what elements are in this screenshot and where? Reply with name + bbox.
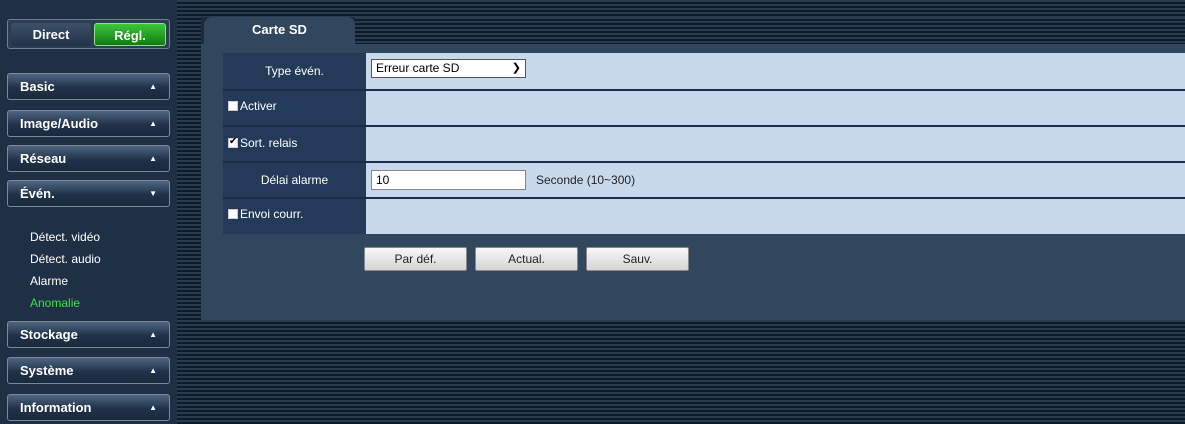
menu-image-audio-label: Image/Audio [20,116,99,131]
form-row-relais: Sort. relais [223,127,1185,161]
activer-checkbox[interactable] [228,100,238,111]
envoi-label-cell: Envoi courr. [223,199,366,234]
chevron-up-icon: ▲ [149,82,157,91]
event-type-selected: Erreur carte SD [376,61,460,75]
relais-value-cell [366,127,1185,161]
chevron-down-icon: ▼ [149,189,157,198]
tab-carte-sd[interactable]: Carte SD [204,17,355,44]
save-button[interactable]: Sauv. [586,247,689,271]
delai-value-cell: 10 Seconde (10~300) [366,163,1185,197]
menu-basic[interactable]: Basic ▲ [7,73,170,100]
sidebar-item-anomalie[interactable]: Anomalie [30,296,80,310]
envoi-label: Envoi courr. [240,207,304,221]
chevron-up-icon: ▲ [149,366,157,375]
relais-label: Sort. relais [240,136,298,150]
envoi-value-cell [366,199,1185,234]
sidebar-item-detect-audio[interactable]: Détect. audio [30,252,101,266]
activer-label-cell: Activer [223,91,366,125]
type-value-cell: Erreur carte SD ❯ [366,53,1185,89]
header-stripes [201,0,1185,17]
menu-basic-label: Basic [20,79,55,94]
activer-label: Activer [240,99,277,113]
sidebar: Direct Régl. Basic ▲ Image/Audio ▲ Résea… [0,0,177,424]
sidebar-divider [177,0,201,424]
refresh-button[interactable]: Actual. [475,247,578,271]
activer-value-cell [366,91,1185,125]
menu-even[interactable]: Évén. ▼ [7,180,170,207]
type-label: Type évén. [223,53,366,89]
form-row-envoi: Envoi courr. [223,199,1185,234]
menu-reseau[interactable]: Réseau ▲ [7,145,170,172]
chevron-down-icon: ❯ [511,62,521,74]
menu-image-audio[interactable]: Image/Audio ▲ [7,110,170,137]
envoi-checkbox[interactable] [228,208,238,219]
direct-mode-button[interactable]: Direct [11,23,91,46]
menu-information[interactable]: Information ▲ [7,394,170,421]
form-row-type: Type évén. Erreur carte SD ❯ [223,53,1185,89]
menu-systeme[interactable]: Système ▲ [7,357,170,384]
chevron-up-icon: ▲ [149,154,157,163]
relais-checkbox[interactable] [228,135,238,149]
delai-unit: Seconde (10~300) [536,173,636,187]
menu-even-label: Évén. [20,186,55,201]
chevron-up-icon: ▲ [149,330,157,339]
sidebar-item-detect-video[interactable]: Détect. vidéo [30,230,100,244]
chevron-up-icon: ▲ [149,119,157,128]
sidebar-item-alarme[interactable]: Alarme [30,274,68,288]
event-type-select[interactable]: Erreur carte SD ❯ [371,59,526,78]
mode-switch: Direct Régl. [7,19,170,49]
form-row-activer: Activer [223,91,1185,125]
relais-label-cell: Sort. relais [223,127,366,161]
tab-bar-stripes [355,17,1185,44]
menu-reseau-label: Réseau [20,151,67,166]
footer-stripes [201,320,1185,424]
chevron-up-icon: ▲ [149,403,157,412]
menu-systeme-label: Système [20,363,74,378]
menu-stockage-label: Stockage [20,327,78,342]
form-row-delai: Délai alarme 10 Seconde (10~300) [223,163,1185,197]
default-button[interactable]: Par déf. [364,247,467,271]
menu-information-label: Information [20,400,92,415]
settings-mode-button[interactable]: Régl. [94,23,166,46]
menu-stockage[interactable]: Stockage ▲ [7,321,170,348]
delai-label: Délai alarme [223,163,366,197]
delai-input[interactable]: 10 [371,170,526,190]
